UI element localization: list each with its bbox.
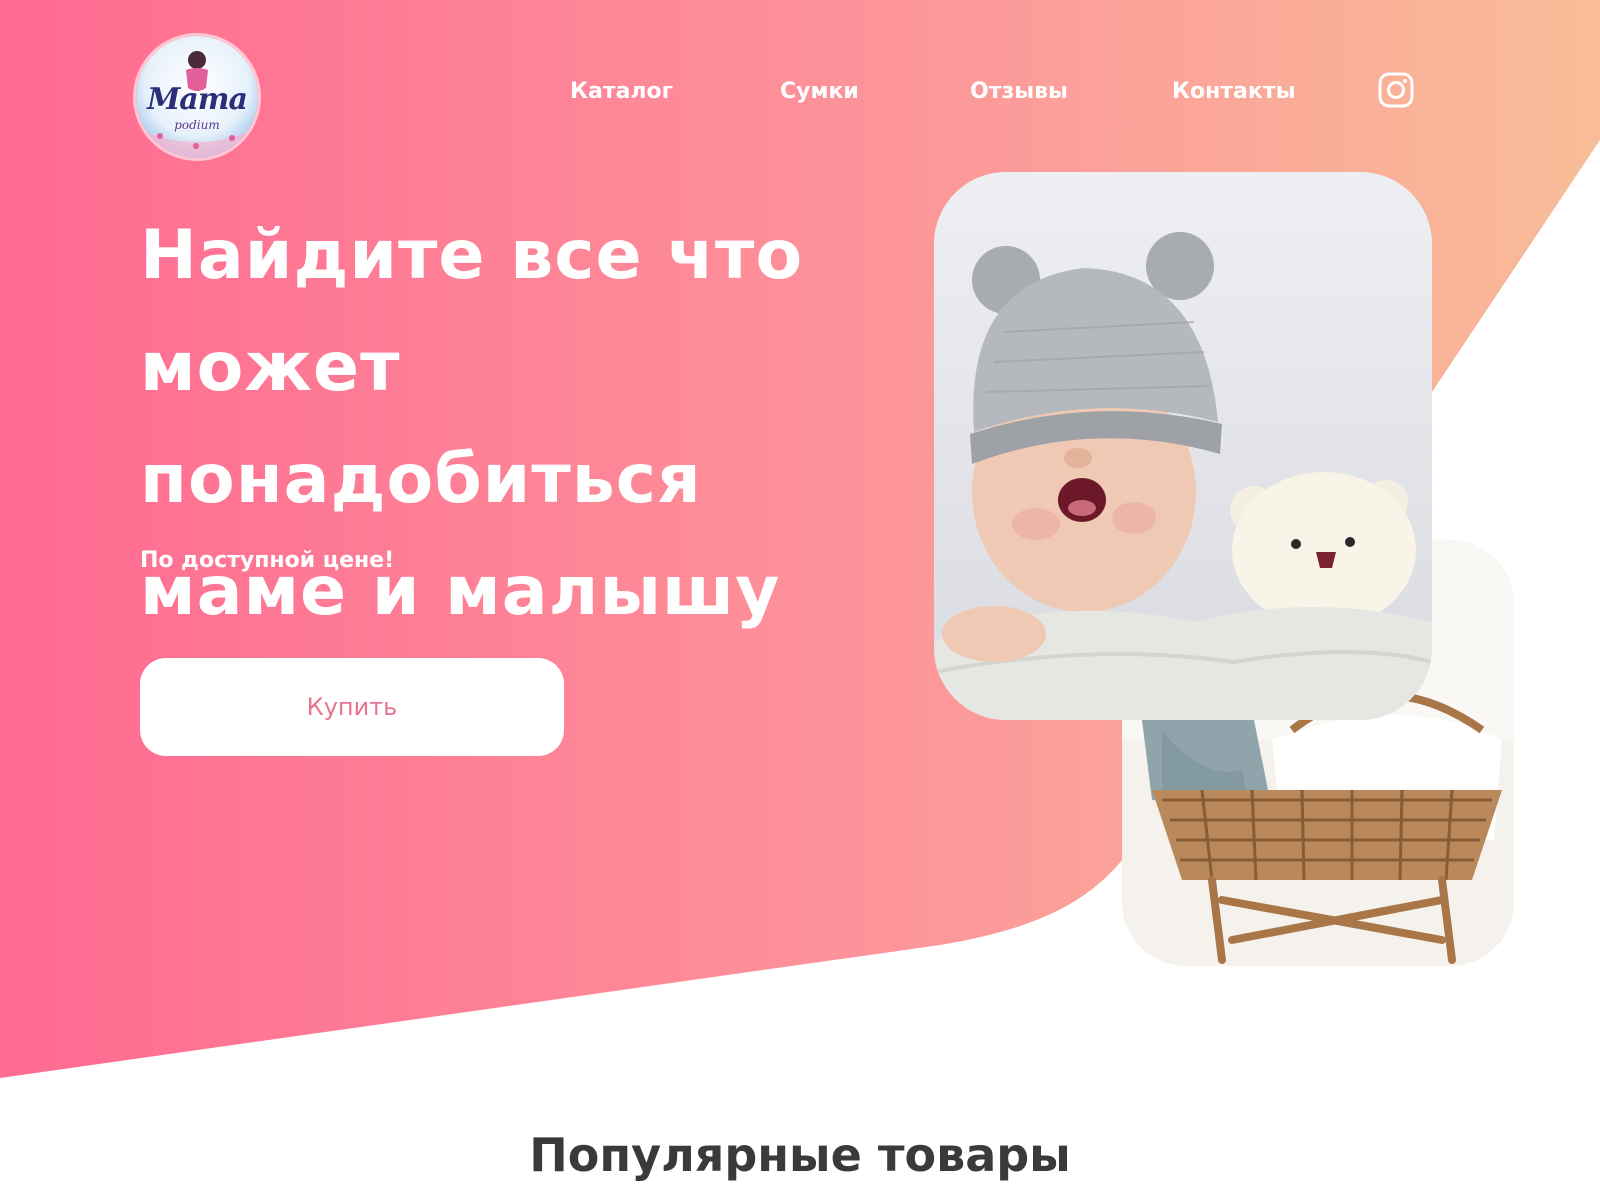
logo-subtext: podium [174,118,220,132]
nav-link-catalog[interactable]: Каталог [570,72,673,112]
buy-button[interactable]: Купить [140,658,564,756]
main-navigation: Каталог Сумки Отзывы Контакты [0,72,1600,112]
popular-products-title: Популярные товары [529,1128,1071,1182]
hero-subtitle: По доступной цене! [140,548,395,573]
instagram-icon[interactable] [1378,72,1414,108]
hero-title-line-2: может понадобиться [140,328,702,519]
nav-link-bags[interactable]: Сумки [780,72,859,112]
hero-title: Найдите все что может понадобиться маме … [140,200,980,648]
nav-link-reviews[interactable]: Отзывы [970,72,1068,112]
nav-link-contacts[interactable]: Контакты [1172,72,1295,112]
hero-title-line-1: Найдите все что [140,216,804,295]
baby-yawning-photo [934,172,1432,720]
